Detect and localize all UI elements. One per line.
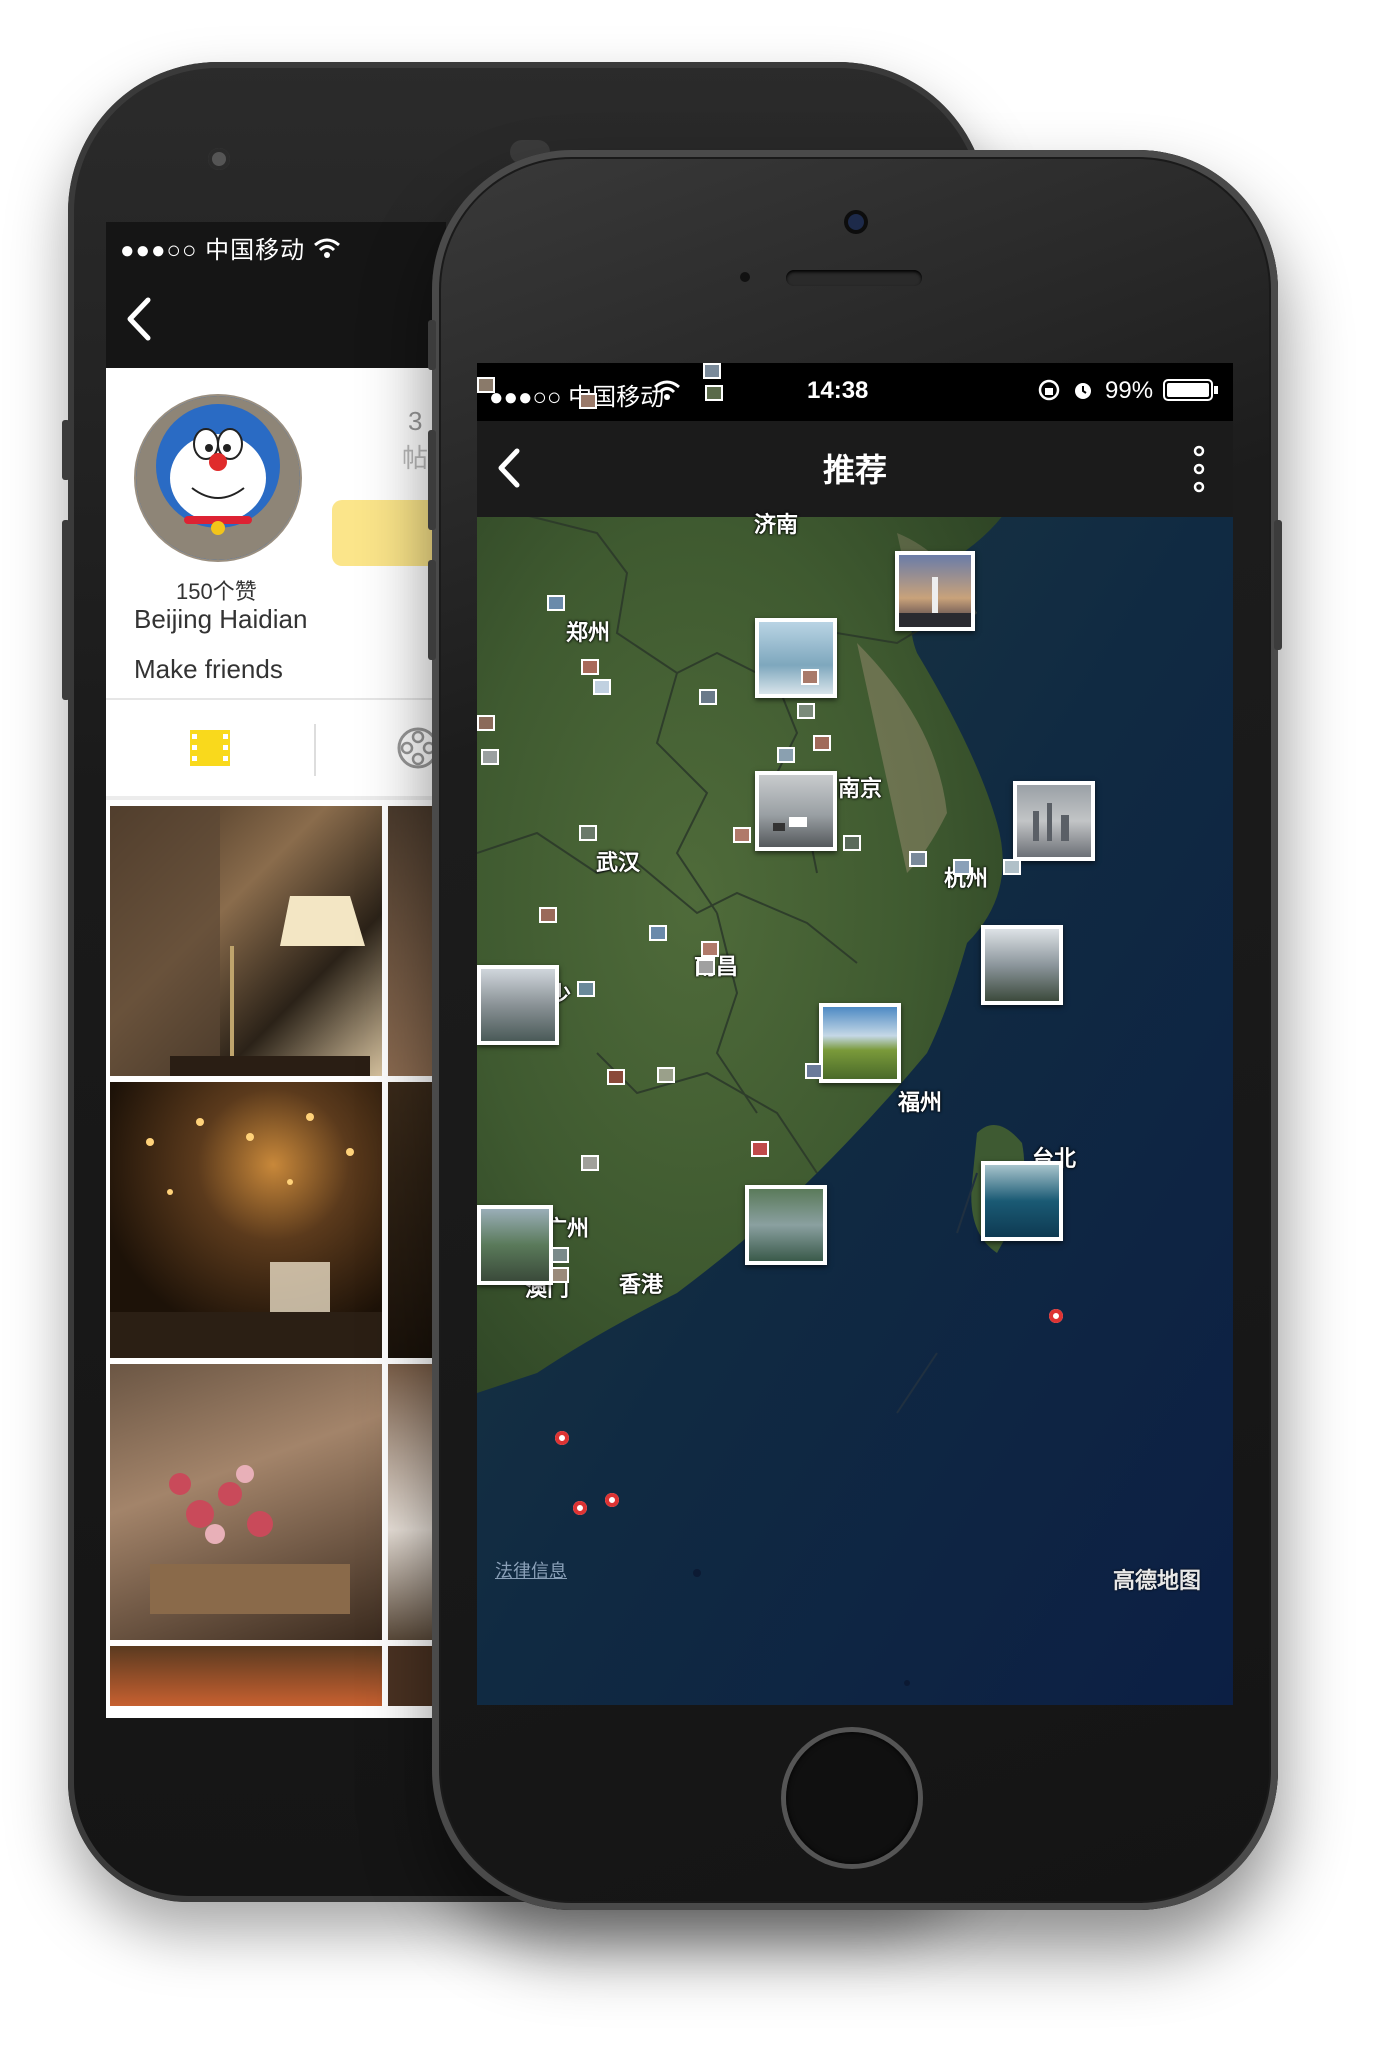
wifi-icon [314,238,341,258]
tab-divider [106,796,446,800]
city-label-zhengzhou: 郑州 [566,620,611,645]
divider [106,698,446,700]
photo-marker-train[interactable] [477,965,559,1045]
front-phone-mute-switch [428,320,436,370]
city-label-nanjing: 南京 [838,776,883,801]
profile-panel: 3 帖 150个赞 Beijing Haidian Make friends [106,368,446,1718]
photo-marker-ocean[interactable] [981,1161,1063,1241]
photo-marker-mountain[interactable] [477,1205,553,1285]
mini-marker[interactable] [813,735,831,751]
earpiece-speaker [786,270,922,286]
photo-marker-snow[interactable] [755,618,837,698]
lock-rotation-icon [1038,379,1060,401]
stat-label: 帖 [402,443,429,473]
mini-marker[interactable] [697,959,715,975]
photo-tile-lanterns[interactable] [110,1646,382,1706]
mini-marker[interactable] [843,835,861,851]
more-icon[interactable] [1187,443,1211,495]
legal-info-link[interactable]: 法律信息 [495,1557,567,1583]
nav-bar: 推荐 [477,421,1233,517]
tab-separator [314,724,316,776]
mini-marker[interactable] [733,827,751,843]
photo-tile-restaurant-lights[interactable] [110,1082,382,1358]
map-pin-guangzhou[interactable] [555,1431,569,1445]
mini-marker[interactable] [477,715,495,731]
mini-marker[interactable] [477,377,495,393]
mini-marker[interactable] [703,363,721,379]
likes-count: 150个赞 [176,579,257,604]
photo-marker-shanghai[interactable] [1013,781,1095,861]
photo-tile-cafe-lamp[interactable] [110,806,382,1076]
mini-marker[interactable] [607,1069,625,1085]
front-phone-screen: ●●●○○ 中国移动 14:38 99% 推荐 济南 郑州 南京 武汉 杭州 南… [477,363,1233,1705]
mini-marker[interactable] [797,703,815,719]
front-phone-volume-up [428,430,436,530]
photo-marker-highway[interactable] [755,771,837,851]
back-icon[interactable] [120,294,160,344]
back-status-carrier: ●●●○○ 中国移动 [120,237,306,264]
status-bar: ●●●○○ 中国移动 14:38 99% [477,363,1233,421]
alarm-icon [1075,383,1091,399]
mini-marker[interactable] [581,1155,599,1171]
mini-marker[interactable] [593,679,611,695]
mini-marker[interactable] [547,595,565,611]
wifi-icon [654,380,680,400]
status-time: 14:38 [807,377,869,404]
front-phone-volume-down [428,560,436,660]
front-camera [848,214,864,230]
mini-marker[interactable] [805,1063,823,1079]
back-phone-side-button [62,420,70,480]
map-pin-macau[interactable] [573,1501,587,1515]
mini-marker[interactable] [657,1067,675,1083]
photo-marker-coast-fog[interactable] [981,925,1063,1005]
doraemon-avatar-image [136,396,300,560]
map-pin-taipei[interactable] [1049,1309,1063,1323]
mini-marker[interactable] [581,659,599,675]
back-status-bar: ●●●○○ 中国移动 [120,230,341,265]
city-label-fuzhou: 福州 [898,1090,943,1115]
photo-marker-hills[interactable] [819,1003,901,1083]
mini-marker[interactable] [777,747,795,763]
mini-marker[interactable] [801,669,819,685]
mini-marker[interactable] [649,925,667,941]
photo-tile-flowers[interactable] [110,1364,382,1640]
mini-marker[interactable] [953,859,971,875]
map-provider-logo: 高德地图 [1113,1568,1202,1593]
map-pin-hongkong[interactable] [605,1493,619,1507]
proximity-sensor [740,272,750,282]
mini-marker[interactable] [705,385,723,401]
mini-marker[interactable] [579,393,597,409]
photo-marker-lighthouse[interactable] [895,551,975,631]
mini-marker[interactable] [539,907,557,923]
avatar[interactable] [134,394,302,562]
stat-number: 3 [408,406,423,436]
photo-tab-icon[interactable] [188,728,232,768]
front-phone-power-button [1274,520,1282,650]
mini-marker[interactable] [579,825,597,841]
mini-marker[interactable] [751,1141,769,1157]
location-text: Beijing Haidian [134,604,308,634]
back-phone-screen: ●●●○○ 中国移动 3 帖 150个赞 Beijing Haidian Mak… [106,222,446,1718]
status-battery: 99% [1105,377,1154,404]
mini-marker[interactable] [577,981,595,997]
city-label-hongkong: 香港 [619,1272,664,1297]
mini-marker[interactable] [551,1267,569,1283]
back-phone-camera [208,148,230,170]
status-carrier: ●●●○○ 中国移动 [489,384,665,411]
city-label-wuhan: 武汉 [596,850,641,875]
intent-text: Make friends [134,654,283,684]
home-button[interactable] [786,1732,918,1864]
battery-icon [1163,379,1218,401]
city-label-jinan: 济南 [754,512,799,537]
mini-marker[interactable] [909,851,927,867]
mini-marker[interactable] [551,1247,569,1263]
mini-marker[interactable] [481,749,499,765]
page-title: 推荐 [822,452,887,488]
mini-marker[interactable] [701,941,719,957]
mini-marker[interactable] [699,689,717,705]
mini-marker[interactable] [1003,859,1021,875]
back-phone-volume-button [62,520,70,700]
photo-marker-garden[interactable] [745,1185,827,1265]
